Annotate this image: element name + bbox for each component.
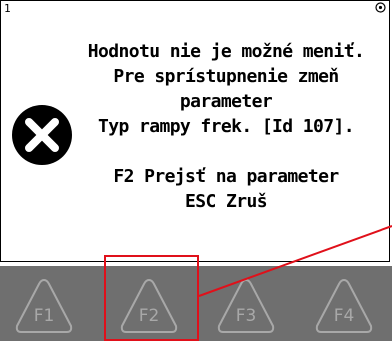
callout-line xyxy=(198,225,392,297)
